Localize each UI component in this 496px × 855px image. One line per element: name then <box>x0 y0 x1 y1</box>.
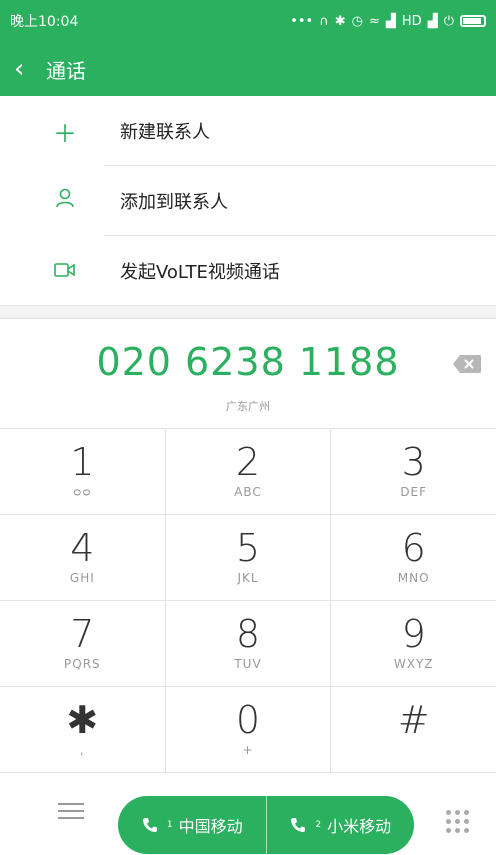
headset-icon: ∩ <box>319 13 329 29</box>
key-4[interactable]: 4 GHI <box>0 515 166 600</box>
signal-icon-2: ▟ <box>427 13 438 29</box>
action-list: ＋ 新建联系人 添加到联系人 发起VoLTE视频通话 <box>0 96 496 306</box>
key-digit: 2 <box>235 440 261 484</box>
sim2-label: 小米移动 <box>327 817 392 836</box>
key-9[interactable]: 9 WXYZ <box>331 601 496 686</box>
key-3[interactable]: 3 DEF <box>331 429 496 514</box>
signal-icon: ▟ <box>385 13 396 29</box>
dialpad-toggle-icon[interactable] <box>446 810 470 834</box>
call-sim2-button[interactable]: 2 小米移动 <box>265 796 415 854</box>
key-letters: MNO <box>397 571 430 585</box>
bluetooth-icon: ✱ <box>334 13 346 29</box>
key-5[interactable]: 5 JKL <box>166 515 332 600</box>
phone-icon <box>291 818 306 832</box>
page-title: 通话 <box>46 58 86 83</box>
add-to-contact-item[interactable]: 添加到联系人 <box>0 166 496 236</box>
add-to-contact-label: 添加到联系人 <box>120 192 228 213</box>
number-display: 020 6238 1188 广东广州 <box>0 318 496 428</box>
plus-icon: ＋ <box>53 119 77 148</box>
key-digit: 0 <box>235 698 261 742</box>
keypad-row: ✱, 0 + # <box>0 687 496 773</box>
key-0[interactable]: 0 + <box>166 687 332 772</box>
key-letters: TUV <box>234 657 262 671</box>
status-time: 晚上10:04 <box>10 14 79 30</box>
title-bar: ‹ 通话 <box>0 42 496 96</box>
key-star[interactable]: ✱, <box>0 687 166 772</box>
key-letters: ABC <box>234 485 262 499</box>
call-buttons: 1 中国移动 2 小米移动 <box>118 796 414 854</box>
video-call-item[interactable]: 发起VoLTE视频通话 <box>0 236 496 306</box>
key-8[interactable]: 8 TUV <box>166 601 332 686</box>
key-hash[interactable]: # <box>331 687 496 772</box>
key-letters: DEF <box>400 485 428 499</box>
key-1[interactable]: 1 ᴑᴑ <box>0 429 166 514</box>
keypad-row: 1 ᴑᴑ 2 ABC 3 DEF <box>0 429 496 515</box>
phone-icon <box>142 818 157 832</box>
backspace-icon[interactable] <box>452 354 482 374</box>
key-digit: ✱ <box>66 698 99 742</box>
dial-keypad: 1 ᴑᴑ 2 ABC 3 DEF 4 GHI 5 JKL 6 MNO 7 PQRS 8 TUV … <box>0 428 496 773</box>
back-icon[interactable]: ‹ <box>14 54 46 84</box>
new-contact-label: 新建联系人 <box>120 122 210 143</box>
power-icon: ⏻ <box>443 13 454 29</box>
key-letters: PQRS <box>64 657 101 671</box>
key-letters: WXYZ <box>393 657 434 671</box>
status-icons: ••• ∩ ✱ ◷ ≈ ▟ HD ▟ ⏻ <box>290 14 486 29</box>
keypad-row: 4 GHI 5 JKL 6 MNO <box>0 515 496 601</box>
call-sim1-button[interactable]: 1 中国移动 <box>118 796 266 854</box>
key-7[interactable]: 7 PQRS <box>0 601 166 686</box>
key-digit: 4 <box>70 526 95 570</box>
key-digit: 9 <box>401 612 426 656</box>
status-bar: 晚上10:04 ••• ∩ ✱ ◷ ≈ ▟ HD ▟ ⏻ <box>0 0 496 42</box>
key-digit: 5 <box>235 526 261 570</box>
key-letters: + <box>242 743 254 757</box>
wifi-icon: ≈ <box>369 13 380 29</box>
alarm-icon: ◷ <box>351 13 363 29</box>
battery-icon <box>460 15 486 27</box>
sim2-slot: 2 <box>315 820 322 830</box>
sim1-slot: 1 <box>166 820 173 830</box>
menu-icon[interactable] <box>58 798 84 822</box>
number-location: 广东广州 <box>226 400 270 413</box>
person-icon <box>42 187 88 215</box>
new-contact-item[interactable]: ＋ 新建联系人 <box>0 96 496 166</box>
sim1-label: 中国移动 <box>178 817 243 836</box>
key-digit: 6 <box>401 526 426 570</box>
key-digit: 1 <box>70 440 95 484</box>
key-digit: 8 <box>235 612 261 656</box>
key-letters: JKL <box>237 571 259 585</box>
dialed-number[interactable]: 020 6238 1188 <box>0 340 496 384</box>
keypad-row: 7 PQRS 8 TUV 9 WXYZ <box>0 601 496 687</box>
key-digit: 7 <box>70 612 95 656</box>
key-digit: 3 <box>401 440 426 484</box>
app-header: 晚上10:04 ••• ∩ ✱ ◷ ≈ ▟ HD ▟ ⏻ ‹ 通话 <box>0 0 496 96</box>
key-letters: , <box>79 743 85 757</box>
notification-dots-icon: ••• <box>290 13 314 29</box>
bottom-bar: 1 中国移动 2 小米移动 <box>0 770 496 855</box>
video-call-label: 发起VoLTE视频通话 <box>120 262 280 283</box>
key-6[interactable]: 6 MNO <box>331 515 496 600</box>
video-icon <box>42 257 88 285</box>
key-letters: GHI <box>69 571 95 585</box>
voicemail-icon: ᴑᴑ <box>73 485 92 499</box>
key-digit: # <box>397 698 430 742</box>
network-type: HD <box>401 13 422 29</box>
key-2[interactable]: 2 ABC <box>166 429 332 514</box>
